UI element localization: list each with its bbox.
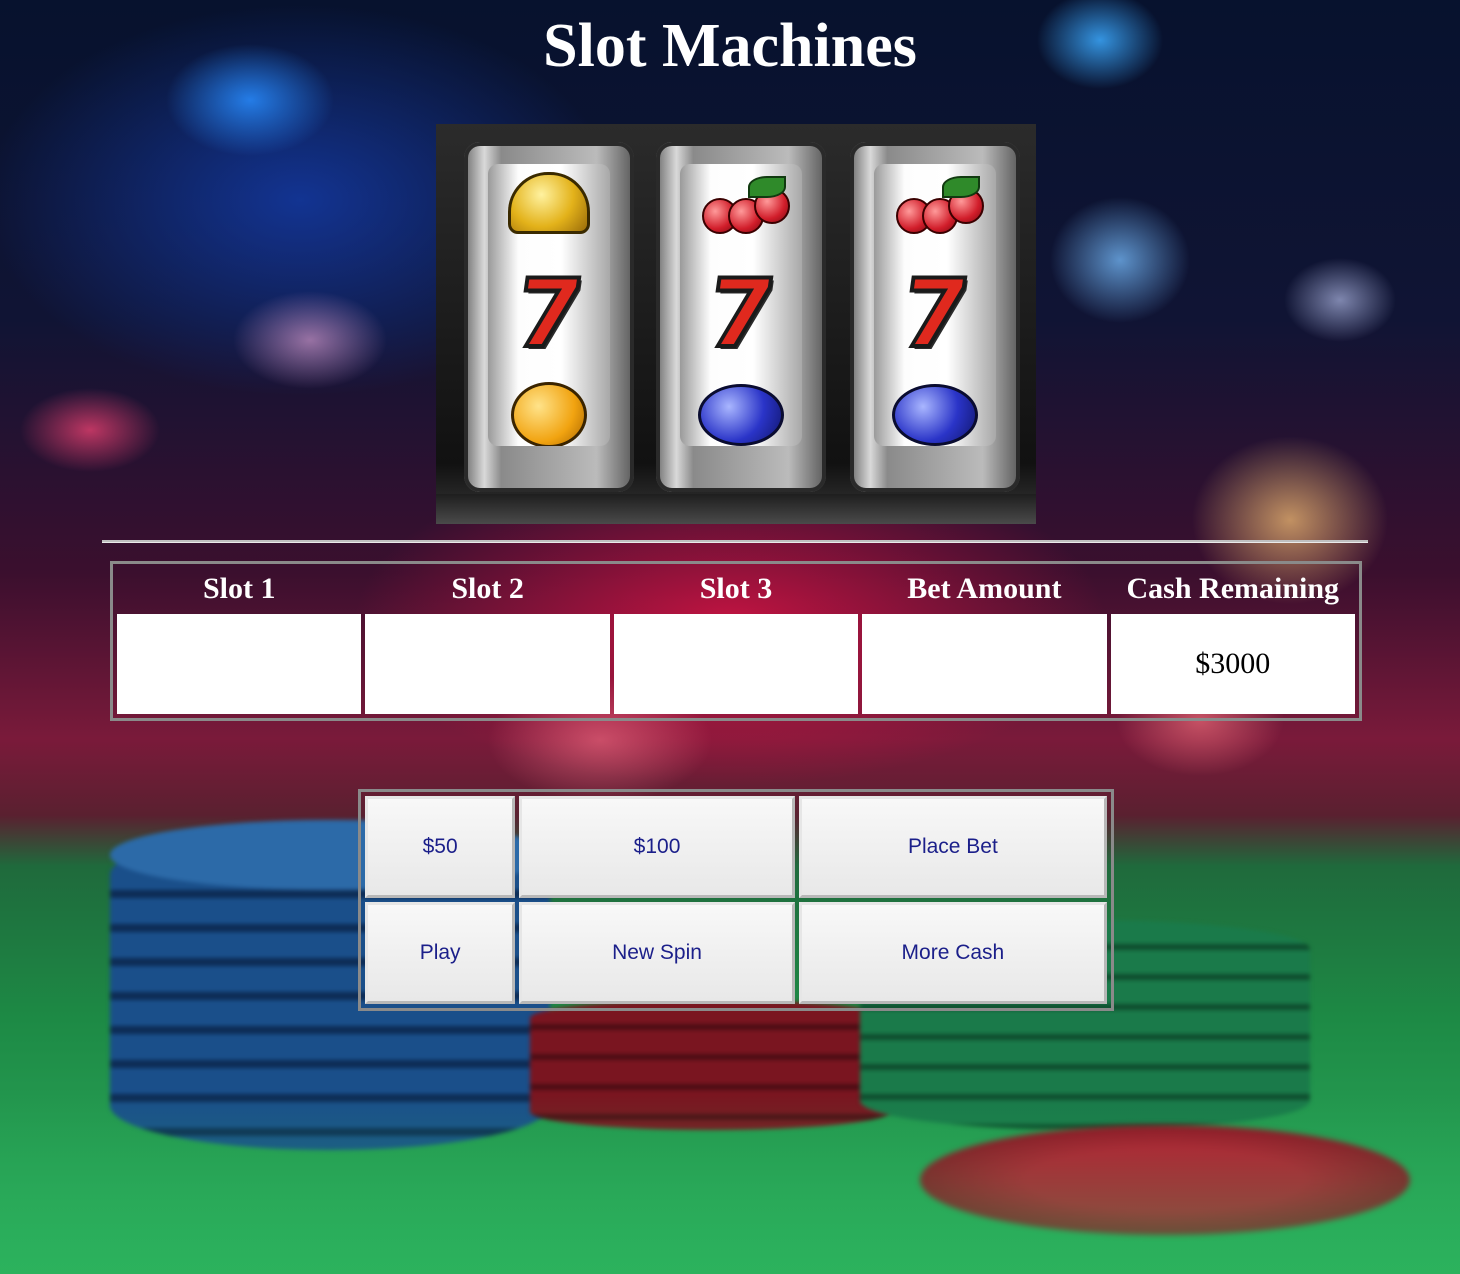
cash-remaining-value: $3000: [1110, 614, 1355, 714]
reel-3: 7: [874, 164, 996, 446]
results-header-row: Slot 1 Slot 2 Slot 3 Bet Amount Cash Rem…: [117, 568, 1355, 610]
bet-100-button[interactable]: $100: [519, 796, 795, 898]
header-slot-2: Slot 2: [451, 572, 524, 605]
results-table: Slot 1 Slot 2 Slot 3 Bet Amount Cash Rem…: [110, 561, 1362, 721]
cherry-icon: [680, 174, 802, 234]
page: Slot Machines 7 7 7 Slot 1 Slot 2 Slot 3…: [0, 0, 1460, 1274]
bet-50-button[interactable]: $50: [365, 796, 516, 898]
header-slot-3: Slot 3: [699, 572, 773, 605]
reel-1: 7: [488, 164, 610, 446]
reel-window-3: 7: [850, 142, 1020, 492]
slot-3-value: [613, 614, 859, 714]
divider: [102, 540, 1368, 543]
machine-base: [436, 494, 1036, 524]
plum-icon: [680, 384, 802, 446]
play-button[interactable]: Play: [365, 902, 516, 1004]
header-slot-1: Slot 1: [202, 572, 276, 605]
new-spin-button[interactable]: New Spin: [519, 902, 795, 1004]
more-cash-button[interactable]: More Cash: [798, 902, 1107, 1004]
bell-icon: [488, 172, 610, 234]
reel-window-1: 7: [464, 142, 634, 492]
slot-1-value: [117, 614, 362, 714]
orange-icon: [488, 382, 610, 446]
slot-2-value: [365, 614, 610, 714]
header-bet-amount: Bet Amount: [907, 572, 1062, 605]
reel-2: 7: [680, 164, 802, 446]
page-title: Slot Machines: [543, 12, 917, 80]
seven-icon: 7: [507, 258, 592, 371]
bet-amount-value: [862, 614, 1107, 714]
slot-machine-image: 7 7 7: [436, 124, 1036, 524]
place-bet-button[interactable]: Place Bet: [798, 796, 1107, 898]
controls-grid: $50 $100 Place Bet Play New Spin More Ca…: [358, 789, 1114, 1011]
seven-icon: 7: [893, 258, 978, 371]
results-value-row: $3000: [117, 614, 1355, 714]
reel-window-2: 7: [656, 142, 826, 492]
header-cash-remaining: Cash Remaining: [1126, 572, 1340, 605]
seven-icon: 7: [699, 258, 784, 371]
plum-icon: [874, 384, 996, 446]
cherry-icon: [874, 174, 996, 234]
